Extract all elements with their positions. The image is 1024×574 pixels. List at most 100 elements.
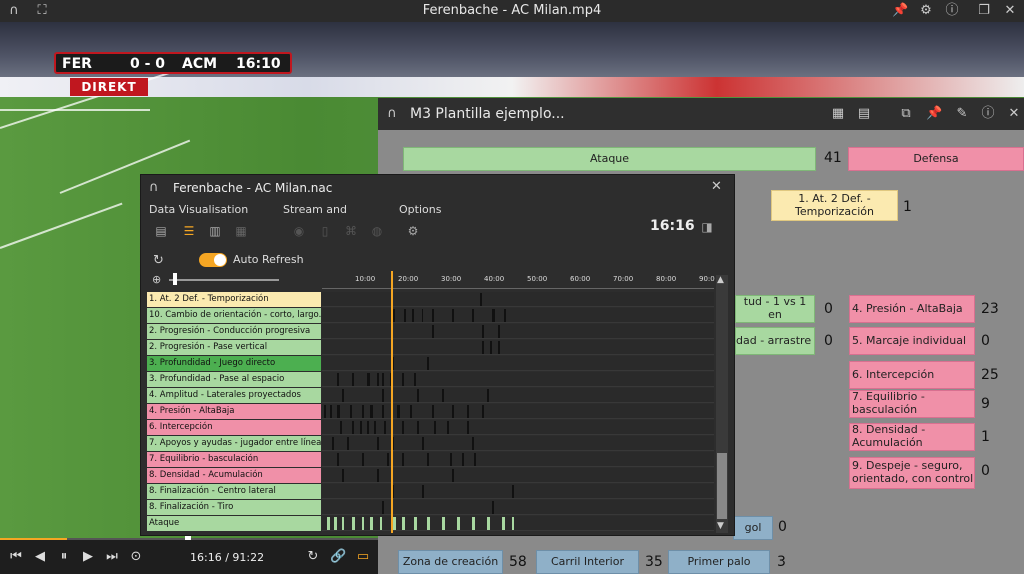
timeline-event-mark[interactable] bbox=[482, 405, 484, 418]
timeline-event-mark[interactable] bbox=[367, 421, 369, 434]
timeline-row-track[interactable] bbox=[322, 404, 714, 419]
step-forward-icon[interactable]: ▶ bbox=[80, 549, 96, 565]
timeline-event-mark[interactable] bbox=[427, 517, 430, 530]
timeline-event-mark[interactable] bbox=[402, 453, 404, 466]
timeline-event-mark[interactable] bbox=[482, 325, 484, 338]
timeline-icon[interactable]: ☰ bbox=[181, 223, 197, 239]
timeline-event-mark[interactable] bbox=[512, 485, 514, 498]
timeline-event-mark[interactable] bbox=[352, 517, 355, 530]
timeline-row-track[interactable] bbox=[322, 340, 714, 355]
defense-button[interactable]: 6. Intercepción bbox=[849, 361, 975, 389]
timeline-event-mark[interactable] bbox=[504, 309, 506, 322]
timeline-event-mark[interactable] bbox=[332, 437, 334, 450]
timeline-row-label[interactable]: 7. Apoyos y ayudas - jugador entre línea… bbox=[147, 436, 321, 451]
timeline-row-track[interactable] bbox=[322, 436, 714, 451]
timeline-row-track[interactable] bbox=[322, 388, 714, 403]
timeline-event-mark[interactable] bbox=[432, 325, 434, 338]
timeline-event-mark[interactable] bbox=[414, 517, 417, 530]
timeline-event-mark[interactable] bbox=[512, 517, 514, 530]
timeline-event-mark[interactable] bbox=[414, 373, 416, 386]
timeline-row-label[interactable]: 1. At. 2 Def. - Temporización bbox=[147, 292, 321, 307]
timeline-row-track[interactable] bbox=[322, 484, 714, 499]
globe-icon[interactable]: ◍ bbox=[369, 223, 385, 239]
timeline-row-track[interactable] bbox=[322, 420, 714, 435]
timeline-row-track[interactable] bbox=[322, 500, 714, 515]
timeline-event-mark[interactable] bbox=[374, 421, 376, 434]
timeline-event-mark[interactable] bbox=[362, 405, 364, 418]
grid-icon[interactable]: ▦ bbox=[233, 223, 249, 239]
timeline-event-mark[interactable] bbox=[422, 309, 423, 322]
timeline-row-label[interactable]: 2. Progresión - Pase vertical bbox=[147, 340, 321, 355]
timeline-event-mark[interactable] bbox=[457, 517, 460, 530]
auto-refresh-toggle[interactable] bbox=[199, 253, 227, 267]
amplitud-button[interactable]: tud - 1 vs 1 en bbox=[735, 295, 815, 323]
timeline-event-mark[interactable] bbox=[432, 405, 434, 418]
menu-data-visualisation[interactable]: Data Visualisation bbox=[149, 203, 248, 216]
timeline-event-mark[interactable] bbox=[360, 421, 362, 434]
network-icon[interactable]: ⌘ bbox=[343, 223, 359, 239]
pin-icon[interactable]: 📌 bbox=[926, 106, 942, 122]
temporizacion-button[interactable]: 1. At. 2 Def. - Temporización bbox=[771, 190, 898, 221]
pause-icon[interactable]: ⏸ bbox=[56, 549, 72, 565]
timeline-event-mark[interactable] bbox=[417, 389, 419, 402]
timeline-event-mark[interactable] bbox=[480, 293, 482, 306]
timeline-event-mark[interactable] bbox=[370, 517, 373, 530]
defense-button[interactable]: 7. Equilibrio - basculación bbox=[849, 390, 975, 418]
popout-icon[interactable]: ⧉ bbox=[898, 106, 914, 122]
timeline-event-mark[interactable] bbox=[422, 485, 424, 498]
timeline-event-mark[interactable] bbox=[467, 421, 469, 434]
info-icon[interactable]: ⓘ bbox=[980, 106, 996, 122]
timeline-event-mark[interactable] bbox=[447, 421, 449, 434]
table-icon[interactable]: ▦ bbox=[830, 106, 846, 122]
scroll-down-icon[interactable]: ▼ bbox=[717, 521, 724, 531]
timeline-event-mark[interactable] bbox=[337, 373, 339, 386]
timeline-event-mark[interactable] bbox=[324, 405, 326, 418]
timeline-event-mark[interactable] bbox=[434, 421, 436, 434]
timeline-event-mark[interactable] bbox=[402, 421, 404, 434]
timeline-event-mark[interactable] bbox=[382, 389, 384, 402]
timeline-row-label[interactable]: 4. Presión - AltaBaja bbox=[147, 404, 321, 419]
gol-button[interactable]: gol bbox=[733, 516, 773, 540]
timeline-event-mark[interactable] bbox=[472, 437, 474, 450]
timeline-row-track[interactable] bbox=[322, 452, 714, 467]
primer-palo-button[interactable]: Primer palo bbox=[668, 550, 770, 574]
timeline-event-mark[interactable] bbox=[487, 389, 489, 402]
timeline-row-label[interactable]: 3. Profundidad - Juego directo bbox=[147, 356, 321, 371]
timeline-event-mark[interactable] bbox=[382, 501, 384, 514]
skip-back-icon[interactable]: ⏮ bbox=[8, 549, 24, 565]
timeline-row-label[interactable]: Ataque bbox=[147, 516, 321, 531]
timeline-event-mark[interactable] bbox=[417, 421, 419, 434]
speed-icon[interactable]: ⊙ bbox=[128, 549, 144, 565]
timeline-event-mark[interactable] bbox=[342, 517, 344, 530]
settings-icon[interactable]: ⚙ bbox=[405, 223, 421, 239]
timeline-event-mark[interactable] bbox=[352, 373, 354, 386]
defense-button[interactable]: 8. Densidad - Acumulación bbox=[849, 423, 975, 451]
link-icon[interactable]: 🔗 bbox=[330, 549, 346, 565]
timeline-row-label[interactable]: 7. Equilibrio - basculación bbox=[147, 452, 321, 467]
step-back-icon[interactable]: ◀ bbox=[32, 549, 48, 565]
timeline-event-mark[interactable] bbox=[382, 405, 384, 418]
timeline-event-mark[interactable] bbox=[474, 453, 476, 466]
replay-icon[interactable]: ↻ bbox=[305, 549, 321, 565]
timeline-event-mark[interactable] bbox=[397, 405, 400, 418]
timeline-event-mark[interactable] bbox=[498, 341, 500, 354]
timeline-event-mark[interactable] bbox=[362, 517, 364, 530]
timeline-event-mark[interactable] bbox=[377, 469, 379, 482]
scrollbar-thumb[interactable] bbox=[717, 453, 727, 519]
timeline-row-label[interactable]: 8. Finalización - Tiro bbox=[147, 500, 321, 515]
timeline-row-track[interactable] bbox=[322, 468, 714, 483]
timeline-row-track[interactable] bbox=[322, 516, 714, 531]
defense-button[interactable]: 9. Despeje - seguro, orientado, con cont… bbox=[849, 457, 975, 489]
bar-chart-icon[interactable]: ▥ bbox=[207, 223, 223, 239]
timeline-event-mark[interactable] bbox=[462, 453, 464, 466]
timeline-event-mark[interactable] bbox=[402, 517, 405, 530]
timeline-event-mark[interactable] bbox=[367, 373, 370, 386]
zona-creacion-button[interactable]: Zona de creación bbox=[398, 550, 503, 574]
timeline-event-mark[interactable] bbox=[342, 469, 344, 482]
timeline-event-mark[interactable] bbox=[472, 309, 474, 322]
timeline-row-label[interactable]: 4. Amplitud - Laterales proyectados bbox=[147, 388, 321, 403]
timeline-event-mark[interactable] bbox=[422, 437, 424, 450]
document-icon[interactable]: ▯ bbox=[317, 223, 333, 239]
timeline-event-mark[interactable] bbox=[450, 453, 452, 466]
timeline-event-mark[interactable] bbox=[340, 421, 342, 434]
